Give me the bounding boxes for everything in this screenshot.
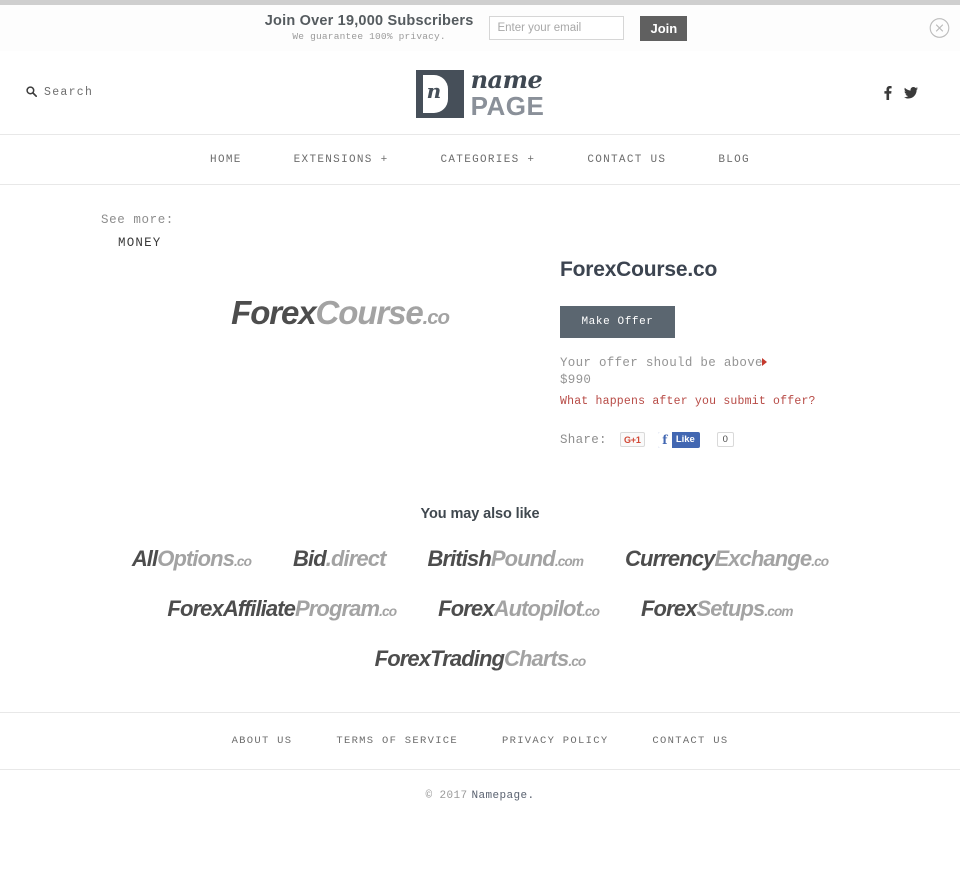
footer-link-contact-us[interactable]: CONTACT US bbox=[630, 735, 750, 747]
search-icon bbox=[26, 84, 38, 102]
footer-link-about-us[interactable]: ABOUT US bbox=[210, 735, 315, 747]
search-button[interactable]: Search bbox=[26, 84, 93, 102]
facebook-like-label: Like bbox=[675, 434, 695, 446]
nav-item-home[interactable]: HOME bbox=[184, 154, 268, 166]
also-like-item[interactable]: ForexAffiliateProgram.co bbox=[167, 595, 397, 622]
newsletter-content: Join Over 19,000 Subscribers We guarante… bbox=[264, 12, 688, 42]
item-part1: British bbox=[427, 545, 492, 571]
logo-mark-letter: n bbox=[426, 78, 442, 103]
also-like-item[interactable]: CurrencyExchange.co bbox=[625, 545, 829, 572]
newsletter-join-button[interactable]: Join bbox=[640, 15, 688, 41]
item-part2: Pound bbox=[490, 545, 556, 571]
see-more-block: See more: MONEY bbox=[0, 185, 960, 254]
page-title: ForexCourse.co bbox=[560, 257, 718, 281]
nav-item-contact-us[interactable]: CONTACT US bbox=[561, 154, 692, 166]
see-more-label: See more: bbox=[101, 213, 174, 227]
also-like-title: You may also like bbox=[420, 505, 540, 522]
footer-nav: ABOUT US TERMS OF SERVICE PRIVACY POLICY… bbox=[0, 713, 960, 769]
item-part2: Charts bbox=[504, 645, 569, 671]
also-like-row: AllOptions.co Bid.direct BritishPound.co… bbox=[0, 546, 960, 572]
also-like-grid: AllOptions.co Bid.direct BritishPound.co… bbox=[0, 546, 960, 672]
red-arrow-icon bbox=[762, 357, 767, 366]
social-links bbox=[883, 85, 918, 100]
item-tld: .co bbox=[379, 603, 397, 619]
item-part1: Forex bbox=[438, 595, 494, 621]
copyright-bar: © 2017 Namepage. bbox=[0, 770, 960, 822]
item-tld: .co bbox=[568, 653, 586, 669]
item-part1: Currency bbox=[625, 545, 715, 571]
site-logo[interactable]: n name PAGE bbox=[415, 65, 545, 121]
facebook-like-button[interactable]: f Like bbox=[657, 431, 700, 448]
footer-link-terms-of-service[interactable]: TERMS OF SERVICE bbox=[314, 735, 480, 747]
share-row: Share: G+1 f Like 0 bbox=[560, 431, 890, 448]
nav-item-blog[interactable]: BLOG bbox=[692, 154, 776, 166]
also-like-item[interactable]: ForexAutopilot.co bbox=[438, 595, 600, 622]
product-section: ForexCourse.co ForexCourse.co Make Offer… bbox=[0, 254, 960, 484]
newsletter-subline: We guarantee 100% privacy. bbox=[292, 30, 446, 42]
domain-logo-part2: Course bbox=[315, 293, 424, 331]
item-part1: Bid bbox=[293, 545, 327, 571]
item-part1: Forex bbox=[641, 595, 697, 621]
logo-word-page: PAGE bbox=[470, 91, 545, 121]
item-tld: .com bbox=[764, 603, 793, 619]
copyright-year: © 2017 bbox=[425, 789, 468, 802]
also-like-item[interactable]: ForexSetups.com bbox=[641, 596, 793, 622]
offer-info-link[interactable]: What happens after you submit offer? bbox=[560, 395, 816, 408]
main-nav: HOME EXTENSIONS + CATEGORIES + CONTACT U… bbox=[0, 135, 960, 185]
facebook-icon[interactable] bbox=[883, 85, 892, 100]
newsletter-headline: Join Over 19,000 Subscribers bbox=[264, 12, 474, 29]
close-circle-icon[interactable] bbox=[929, 18, 950, 39]
item-tld: .co bbox=[811, 553, 829, 569]
item-tld: .co bbox=[582, 603, 600, 619]
item-part1: ForexTrading bbox=[374, 645, 505, 671]
footer-link-privacy-policy[interactable]: PRIVACY POLICY bbox=[480, 735, 630, 747]
twitter-icon[interactable] bbox=[904, 86, 918, 99]
search-label: Search bbox=[44, 86, 94, 99]
logo-wordmark: name PAGE bbox=[470, 65, 545, 121]
also-like-row: ForexTradingCharts.co bbox=[0, 646, 960, 672]
also-like-item[interactable]: BritishPound.com bbox=[428, 546, 584, 572]
item-tld: .com bbox=[554, 553, 584, 569]
offer-note-line1: Your offer should be above bbox=[560, 355, 763, 370]
offer-note: Your offer should be above $990 bbox=[560, 355, 775, 390]
also-like-row: ForexAffiliateProgram.co ForexAutopilot.… bbox=[0, 596, 960, 622]
offer-panel: ForexCourse.co Make Offer Your offer sho… bbox=[560, 258, 890, 448]
item-part1: ForexAffiliate bbox=[167, 595, 295, 621]
item-part2: Program bbox=[295, 595, 380, 621]
also-like-item[interactable]: ForexTradingCharts.co bbox=[374, 645, 587, 672]
item-tld: .co bbox=[234, 553, 252, 569]
google-plus-one-button[interactable]: G+1 bbox=[619, 432, 645, 448]
facebook-like-count[interactable]: 0 bbox=[716, 432, 734, 448]
domain-logo-tld: .co bbox=[422, 305, 450, 329]
item-part1: All bbox=[131, 545, 158, 571]
item-part2: Exchange bbox=[714, 545, 812, 571]
nav-item-categories[interactable]: CATEGORIES + bbox=[414, 154, 561, 166]
nav-item-extensions[interactable]: EXTENSIONS + bbox=[268, 154, 415, 166]
share-label: Share: bbox=[560, 432, 607, 447]
also-like-item[interactable]: AllOptions.co bbox=[131, 545, 252, 572]
newsletter-text: Join Over 19,000 Subscribers We guarante… bbox=[264, 12, 474, 42]
item-part2: Autopilot bbox=[493, 595, 583, 621]
item-part2: Setups bbox=[696, 595, 765, 621]
also-like-item[interactable]: Bid.direct bbox=[293, 545, 387, 572]
facebook-f-icon: f bbox=[657, 431, 672, 448]
item-part2: Options bbox=[157, 545, 235, 571]
newsletter-bar: Join Over 19,000 Subscribers We guarante… bbox=[0, 5, 960, 51]
item-part2: .direct bbox=[325, 545, 387, 571]
make-offer-button[interactable]: Make Offer bbox=[560, 305, 675, 338]
copyright-name: Namepage. bbox=[471, 789, 535, 802]
offer-minimum-price: $990 bbox=[560, 373, 592, 388]
newsletter-email-input[interactable] bbox=[489, 16, 625, 40]
logo-word-name: name bbox=[470, 65, 543, 94]
see-more-category-money[interactable]: MONEY bbox=[101, 234, 162, 253]
domain-logo-part1: Forex bbox=[231, 293, 316, 331]
logo-mark-icon: n bbox=[415, 69, 464, 118]
site-header: Search n name PAGE bbox=[0, 51, 960, 135]
